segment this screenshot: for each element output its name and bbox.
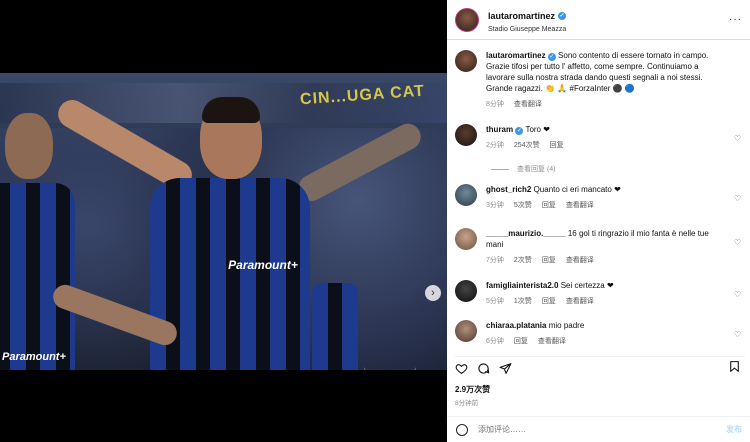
comment-item: ghost_rich2 Quanto ci eri mancato ❤ 3分钟 … (455, 184, 745, 211)
author-avatar[interactable] (455, 50, 477, 72)
comment-item: thuram ✓ Toro ❤ 2分钟 254次赞 回复 ♡ (455, 124, 745, 151)
comment-time: 7分钟 (486, 257, 504, 264)
comment-username[interactable]: famigliainterista2.0 (486, 281, 558, 290)
caption: lautaromartinez ✓ Sono contento di esser… (455, 50, 745, 110)
comment-likes[interactable]: 254次赞 (514, 140, 540, 151)
commenter-avatar[interactable] (455, 280, 477, 302)
author-username[interactable]: lautaromartinez ✓ (488, 11, 567, 21)
media-panel: CIN...UGA CAT Paramount+ Paramount+ › (0, 0, 447, 442)
comment-text: Toro ❤ (525, 125, 550, 134)
post-location[interactable]: Stadio Giuseppe Meazza (488, 26, 566, 33)
reply-link[interactable]: 回复 (542, 296, 556, 307)
more-options-icon[interactable]: ··· (729, 14, 742, 25)
translate-link[interactable]: 查看翻译 (566, 296, 594, 307)
comment-input[interactable] (478, 425, 698, 434)
post-timestamp: 8分钟前 (455, 400, 479, 407)
reply-link[interactable]: 回复 (542, 255, 556, 266)
teammate-jersey (0, 183, 75, 370)
post-actions (455, 356, 745, 376)
comment-text: Quanto ci eri mancato ❤ (533, 185, 621, 194)
author-username-text[interactable]: lautaromartinez (488, 11, 555, 21)
teammate-head (5, 113, 53, 179)
reply-link[interactable]: 回复 (550, 140, 564, 151)
author-avatar[interactable] (455, 7, 479, 32)
caption-username[interactable]: lautaromartinez (486, 51, 546, 60)
like-comment-heart-icon[interactable]: ♡ (734, 290, 741, 299)
commenter-avatar[interactable] (455, 184, 477, 206)
post-header: lautaromartinez ✓ Stadio Giuseppe Meazza… (447, 0, 750, 40)
comment-item: _____maurizio._____ 16 gol ti ringrazio … (455, 228, 745, 266)
like-comment-heart-icon[interactable]: ♡ (734, 238, 741, 247)
comment-username[interactable]: ghost_rich2 (486, 185, 531, 194)
comment-item: famigliainterista2.0 Sei certezza ❤ 5分钟 … (455, 280, 745, 307)
like-comment-heart-icon[interactable]: ♡ (734, 330, 741, 339)
like-comment-heart-icon[interactable]: ♡ (734, 194, 741, 203)
translate-link[interactable]: 查看翻译 (538, 336, 566, 347)
caption-translate-link[interactable]: 查看翻译 (514, 99, 542, 110)
comment-likes[interactable]: 1次赞 (514, 296, 532, 307)
translate-link[interactable]: 查看翻译 (566, 255, 594, 266)
bookmark-icon[interactable] (728, 360, 741, 373)
comment-likes[interactable]: 2次赞 (514, 255, 532, 266)
comment-icon[interactable] (477, 362, 490, 375)
comment-username[interactable]: thuram (486, 125, 513, 134)
background-player (312, 283, 358, 370)
post-side-panel: lautaromartinez ✓ Stadio Giuseppe Meazza… (447, 0, 750, 442)
commenter-avatar[interactable] (455, 228, 477, 250)
instagram-post-modal: CIN...UGA CAT Paramount+ Paramount+ › la… (0, 0, 750, 442)
comment-time: 6分钟 (486, 338, 504, 345)
like-count[interactable]: 2.9万次赞 (455, 384, 490, 395)
carousel-next-button[interactable]: › (425, 285, 441, 301)
verified-badge-icon: ✓ (547, 53, 556, 61)
commenter-avatar[interactable] (455, 124, 477, 146)
comment-time: 2分钟 (486, 142, 504, 149)
comment-time: 5分钟 (486, 298, 504, 305)
comment-composer: 发布 (447, 416, 750, 442)
sponsor-logo: Paramount+ (228, 258, 298, 272)
like-heart-icon[interactable] (455, 362, 468, 375)
verified-badge-icon: ✓ (558, 12, 567, 20)
bull-watermark-icon (364, 367, 416, 370)
caption-time: 8分钟 (486, 101, 504, 108)
comment-text: mio padre (548, 321, 585, 330)
reply-link[interactable]: 回复 (542, 200, 556, 211)
like-comment-heart-icon[interactable]: ♡ (734, 134, 741, 143)
translate-link[interactable]: 查看翻译 (566, 200, 594, 211)
player-main-jersey (150, 178, 310, 370)
replies-divider (491, 168, 509, 170)
teammate-sponsor-logo: Paramount+ (2, 351, 66, 363)
post-comment-button[interactable]: 发布 (726, 424, 742, 435)
comment-time: 3分钟 (486, 202, 504, 209)
comments-list[interactable]: lautaromartinez ✓ Sono contento di esser… (447, 44, 750, 349)
commenter-avatar[interactable] (455, 320, 477, 342)
comment-username[interactable]: _____maurizio._____ (486, 229, 566, 238)
verified-badge-icon: ✓ (515, 127, 524, 135)
player-main-hair (202, 97, 260, 123)
comment-text: Sei certezza ❤ (560, 281, 614, 290)
comment-likes[interactable]: 5次赞 (514, 200, 532, 211)
emoji-icon[interactable] (456, 423, 468, 436)
view-replies[interactable]: 查看回复 (4) (491, 164, 556, 174)
post-photo[interactable]: CIN...UGA CAT Paramount+ Paramount+ › (0, 73, 447, 370)
comment-username[interactable]: chiaraa.platania (486, 321, 546, 330)
share-icon[interactable] (499, 362, 512, 375)
comment-item: chiaraa.platania mio padre 6分钟 回复 查看翻译 ♡ (455, 320, 745, 347)
view-replies-link[interactable]: 查看回复 (4) (517, 164, 556, 174)
reply-link[interactable]: 回复 (514, 336, 528, 347)
